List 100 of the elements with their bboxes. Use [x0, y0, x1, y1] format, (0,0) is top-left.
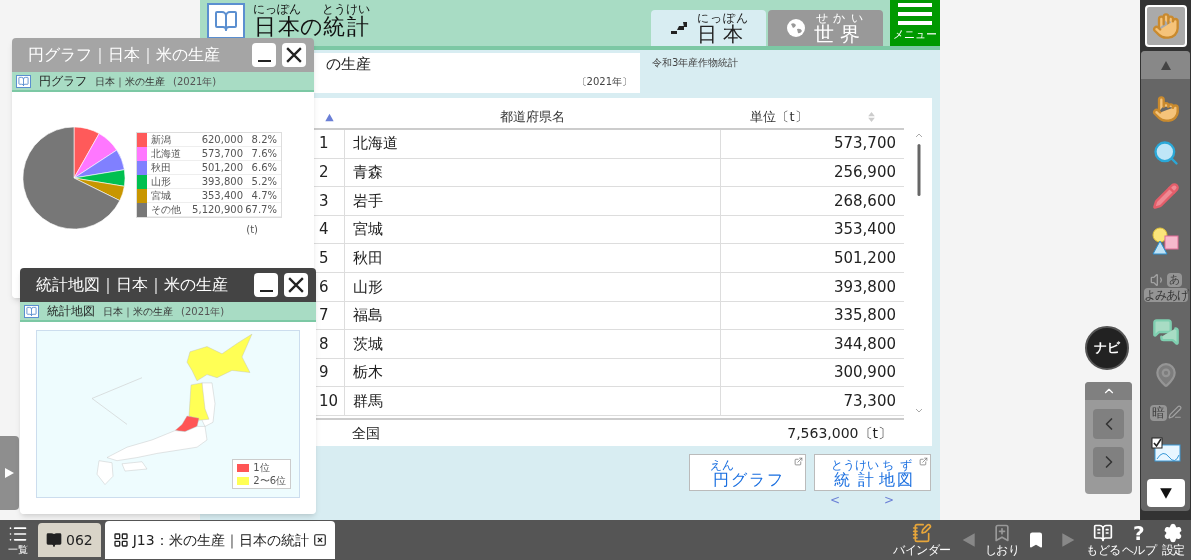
- up-arrow-icon: [1158, 59, 1173, 71]
- column-header: 都道府県名: [499, 108, 566, 127]
- window-title: 統計地図｜日本｜米の生産: [36, 274, 228, 296]
- column-header: 単位〔t〕: [750, 108, 808, 127]
- legend-share: 7.6%: [250, 146, 278, 161]
- legend-label: 秋田: [150, 160, 172, 175]
- rank-cell-text: 6: [318, 276, 330, 298]
- prefecture-cell: 栃木: [344, 358, 721, 387]
- legend-label: 山形: [150, 174, 172, 189]
- strip-title: 円グラフ: [39, 74, 87, 88]
- legend-label: 1位: [253, 462, 270, 473]
- rank-cell-text: 4: [318, 219, 330, 241]
- navi-button[interactable]: ナビ: [1085, 326, 1129, 370]
- rank-cell-text: 3: [318, 190, 330, 212]
- rank-cell-text: 5: [318, 247, 330, 269]
- next-button[interactable]: [1093, 447, 1124, 477]
- legend-share: 8.2%: [250, 132, 278, 147]
- strip-title: 統計地図: [47, 304, 95, 318]
- pencil-icon: [1151, 182, 1180, 211]
- value-cell-text: 73,300: [842, 390, 897, 412]
- checked-card-icon: [1150, 437, 1181, 464]
- rank-cell-text: 7: [318, 305, 330, 327]
- open-external-icon: [794, 457, 803, 466]
- sort-icon: [867, 111, 875, 122]
- sort-ascending-icon: [323, 111, 335, 122]
- scroll-down-button[interactable]: [1146, 478, 1185, 507]
- legend-label: 宮城: [150, 188, 172, 203]
- view-button[interactable]: 統 とう 計 けい 地 ち 図 ず: [814, 454, 931, 491]
- hand-tool-button[interactable]: [1144, 5, 1187, 47]
- book-icon: [1093, 523, 1114, 543]
- prefecture-cell: 宮城: [344, 215, 721, 244]
- prefecture-cell: 青森: [344, 158, 721, 187]
- prefecture-cell: 福島: [344, 301, 721, 330]
- value-cell-text: 256,900: [832, 162, 897, 184]
- book-icon: [16, 74, 31, 88]
- menu-icon: [898, 3, 932, 25]
- rank-cell-text: 2: [318, 162, 330, 184]
- legend-amount: 353,400: [200, 188, 243, 203]
- strip-year: (2021年): [173, 74, 217, 89]
- value-cell-text: 300,900: [832, 362, 897, 384]
- prefecture-cell: 茨城: [344, 330, 721, 358]
- legend-amount: 620,000: [200, 132, 243, 147]
- legend-amount: 501,200: [200, 160, 243, 175]
- value-cell-text: 335,800: [832, 305, 897, 327]
- rank-cell-text: 1: [318, 133, 330, 155]
- grid-icon: [112, 532, 129, 548]
- toolbar-button[interactable]: しおり: [984, 523, 1019, 557]
- close-icon: [288, 277, 304, 293]
- previous-button[interactable]: [1093, 409, 1124, 439]
- page-tab[interactable]: 062: [38, 523, 101, 557]
- list-icon: [8, 524, 28, 544]
- book-icon: [24, 304, 39, 318]
- value-cell-text: 353,400: [832, 219, 897, 241]
- legend-share: 4.7%: [250, 188, 278, 203]
- region-tab[interactable]: 日本 にっぽん: [651, 10, 766, 46]
- strip-subject: 日本｜米の生産: [103, 304, 173, 319]
- rank-cell-text: 10: [318, 390, 340, 412]
- toolbar-button[interactable]: 設定: [1157, 523, 1189, 557]
- value-cell-text: 393,800: [832, 276, 897, 298]
- prefecture-cell: 岩手: [344, 187, 721, 215]
- document-tab[interactable]: J13：米の生産｜日本の統計: [104, 521, 335, 559]
- rank-cell-text: 9: [318, 362, 330, 384]
- legend-label: 新潟: [150, 132, 172, 147]
- shapes-icon: [1150, 226, 1181, 257]
- view-button[interactable]: 円 えん グラフ: [689, 454, 806, 491]
- tool-button[interactable]: [1150, 226, 1181, 257]
- japan-map-icon: [668, 21, 689, 35]
- list-button[interactable]: 一覧: [0, 524, 36, 556]
- toolbar-button[interactable]: もどる: [1086, 523, 1121, 557]
- down-arrow-icon: [1157, 485, 1174, 500]
- document-tab-label: J13：米の生産｜日本の統計: [132, 530, 309, 551]
- close-button[interactable]: [282, 43, 306, 67]
- legend-share: 6.6%: [250, 160, 278, 175]
- book-icon: [46, 532, 62, 548]
- side-panel-toggle[interactable]: [0, 435, 19, 510]
- minimize-button[interactable]: [252, 43, 276, 67]
- total-value: 7,563,000〔t〕: [786, 423, 893, 443]
- tool-button[interactable]: [1151, 138, 1180, 167]
- strip-year: (2021年): [181, 304, 225, 319]
- close-button[interactable]: [284, 273, 308, 297]
- total-label: 全国: [351, 423, 381, 443]
- toolbar-button[interactable]: バインダー: [893, 523, 951, 557]
- topic-title: の生産: [326, 54, 371, 75]
- open-external-icon: [919, 457, 928, 466]
- speech-bubbles-icon: [1151, 317, 1180, 346]
- pointing-hand-icon: [1151, 94, 1180, 123]
- legend-amount: 573,700: [200, 146, 243, 161]
- source-note: 令和3年産作物統計: [652, 56, 739, 70]
- unit-label: (t): [246, 223, 259, 237]
- toolbar-button[interactable]: ? ヘルプ: [1121, 523, 1156, 557]
- legend-label: 2〜6位: [253, 475, 286, 486]
- tool-button[interactable]: [1150, 437, 1181, 464]
- value-cell-text: 573,700: [832, 133, 897, 155]
- globe-icon: [785, 18, 806, 38]
- close-icon[interactable]: [312, 533, 327, 547]
- menu-button[interactable]: メニュー: [890, 0, 940, 46]
- close-icon: [286, 47, 302, 63]
- minimize-button[interactable]: [254, 273, 278, 297]
- search-icon: [1151, 138, 1180, 167]
- prefecture-cell: 北海道: [344, 129, 721, 158]
